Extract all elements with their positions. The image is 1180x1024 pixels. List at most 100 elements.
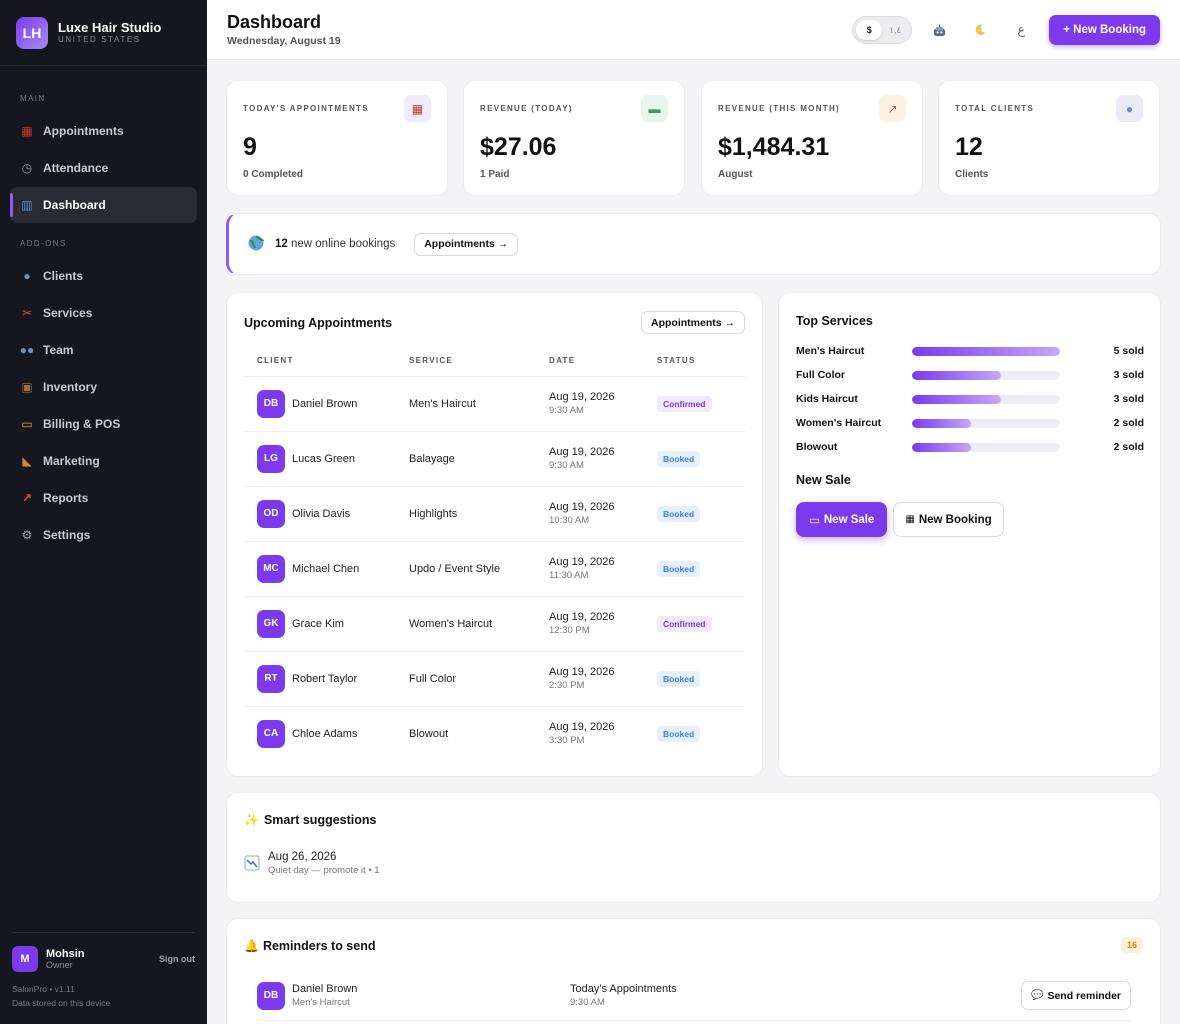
top-services-title: Top Services xyxy=(796,314,873,328)
reminder-avatar: DB xyxy=(257,981,285,1010)
client-avatar: MC xyxy=(257,554,285,583)
service-name: Highlights xyxy=(396,486,536,542)
appt-time: 9:30 AM xyxy=(549,460,584,471)
sidebar-item-label: Billing & POS xyxy=(43,417,121,431)
upcoming-appointments-button[interactable]: Appointments → xyxy=(641,311,745,334)
service-stat-fill xyxy=(912,394,1001,404)
stat-value: $1,484.31 xyxy=(718,133,830,161)
suggestions-title: Smart suggestions xyxy=(263,813,377,827)
stat-card: TOTAL CLIENTS ● 12 Clients xyxy=(938,80,1160,196)
client-avatar: CA xyxy=(257,719,285,748)
globe-icon xyxy=(247,234,265,255)
client-name: Chloe Adams xyxy=(292,727,358,740)
app-version: SalonPro • v1.11 xyxy=(12,984,75,994)
sign-out-button[interactable]: Sign out xyxy=(159,954,195,964)
upcoming-appointments-card: Upcoming Appointments Appointments → CLI… xyxy=(226,292,763,777)
new-sale-button[interactable]: ▭ New Sale xyxy=(796,502,888,537)
moon-icon[interactable] xyxy=(966,16,994,44)
currency-toggle[interactable]: $ ١,٤ xyxy=(852,16,913,44)
suggestion-date: Aug 26, 2026 xyxy=(268,851,337,863)
sidebar-item-label: Attendance xyxy=(43,161,109,175)
calendar-icon: ▦ xyxy=(905,514,915,525)
reminder-client: Daniel Brown xyxy=(292,983,358,995)
table-row[interactable]: GK Grace Kim Women's Haircut Aug 19, 2026 12… xyxy=(244,596,745,652)
service-stat-count: 5 sold xyxy=(1113,345,1144,357)
online-bookings-text: new online bookings xyxy=(291,238,396,250)
appt-time: 11:30 AM xyxy=(549,570,589,581)
stat-value: 9 xyxy=(243,133,257,161)
service-stat-name: Blowout xyxy=(796,441,838,453)
appointments-table: CLIENT SERVICE DATE STATUS DB Daniel Brow… xyxy=(244,346,745,761)
people-icon: ●● xyxy=(19,343,35,357)
brand-logo: LH xyxy=(16,16,48,49)
currency-arabic-option[interactable]: ١,٤ xyxy=(882,20,908,40)
appt-time: 10:30 AM xyxy=(549,515,590,526)
table-row[interactable]: OD Olivia Davis Highlights Aug 19, 2026 10:3… xyxy=(244,486,745,542)
money-icon: ▬ xyxy=(641,95,668,122)
service-stat-bar xyxy=(912,346,1060,356)
service-stat-fill xyxy=(912,370,1001,380)
sidebar-item-appointments[interactable]: ▦ Appointments xyxy=(10,113,197,149)
sidebar-item-services[interactable]: ✂ Services xyxy=(10,295,197,331)
client-name: Olivia Davis xyxy=(292,507,351,520)
stat-sub: Clients xyxy=(955,169,989,180)
sidebar: LH Luxe Hair Studio UNITED STATES MAIN ▦… xyxy=(0,0,207,1024)
table-row[interactable]: LG Lucas Green Balayage Aug 19, 2026 9:30 AM… xyxy=(244,431,745,487)
sidebar-item-clients[interactable]: ● Clients xyxy=(10,258,197,294)
chart-icon: ↗ xyxy=(21,491,33,505)
new-booking-secondary-button[interactable]: ▦ New Booking xyxy=(893,502,1004,537)
status-badge: Confirmed xyxy=(657,615,712,632)
language-icon[interactable]: ع xyxy=(1007,16,1035,44)
stat-card: REVENUE (THIS MONTH) ↗ $1,484.31 August xyxy=(701,80,923,196)
banner-appointments-button[interactable]: Appointments → xyxy=(414,232,519,256)
table-row[interactable]: MC Michael Chen Updo / Event Style Aug 19, … xyxy=(244,541,745,597)
status-badge: Booked xyxy=(657,670,701,687)
sidebar-item-marketing[interactable]: ◣ Marketing xyxy=(10,443,197,479)
brand-name: Luxe Hair Studio xyxy=(58,20,162,35)
table-row[interactable]: CA Chloe Adams Blowout Aug 19, 2026 3:30 PM B… xyxy=(244,706,745,761)
sidebar-item-label: Team xyxy=(43,343,74,357)
reminder-row: DB Daniel Brown Men's Haircut Today's Ap… xyxy=(257,981,1131,1021)
box-icon: ▣ xyxy=(21,380,33,394)
reminder-time: 9:30 AM xyxy=(570,997,605,1008)
service-stat-fill xyxy=(912,442,972,452)
suggestion-item[interactable]: Aug 26, 2026 Quiet day — promote it • 1 xyxy=(244,851,380,876)
sidebar-item-inventory[interactable]: ▣ Inventory xyxy=(10,369,197,405)
sparkles-icon: ✨ xyxy=(244,813,259,827)
stat-value: 12 xyxy=(955,133,983,161)
table-row[interactable]: DB Daniel Brown Men's Haircut Aug 19, 2026 9… xyxy=(244,376,745,432)
sidebar-item-dashboard[interactable]: ▥ Dashboard xyxy=(10,187,197,223)
send-reminder-button[interactable]: 💬 Send reminder xyxy=(1021,981,1131,1010)
service-name: Men's Haircut xyxy=(396,376,536,432)
currency-usd-option[interactable]: $ xyxy=(856,20,883,40)
service-stat-bar xyxy=(912,394,1060,404)
service-name: Full Color xyxy=(396,651,536,707)
status-badge: Booked xyxy=(657,560,701,577)
online-bookings-count: 12 xyxy=(275,238,288,250)
client-name: Daniel Brown xyxy=(292,397,358,410)
robot-icon[interactable] xyxy=(925,16,953,44)
appt-date: Aug 19, 2026 xyxy=(549,501,615,513)
credit-card-icon: ▭ xyxy=(21,417,33,431)
table-row[interactable]: RT Robert Taylor Full Color Aug 19, 2026 2:3… xyxy=(244,651,745,707)
stat-sub: August xyxy=(718,169,753,180)
sidebar-item-label: Settings xyxy=(43,528,91,542)
sidebar-item-reports[interactable]: ↗ Reports xyxy=(10,480,197,516)
sidebar-item-label: Dashboard xyxy=(43,198,106,212)
service-stat-name: Kids Haircut xyxy=(796,393,858,405)
status-badge: Booked xyxy=(657,450,701,467)
sidebar-item-settings[interactable]: ⚙ Settings xyxy=(10,517,197,553)
service-stat-row: Blowout 2 sold xyxy=(796,435,1144,459)
new-booking-button[interactable]: + New Booking xyxy=(1049,15,1160,45)
appt-date: Aug 19, 2026 xyxy=(549,556,615,568)
sidebar-item-billing-pos[interactable]: ▭ Billing & POS xyxy=(10,406,197,442)
client-name: Lucas Green xyxy=(292,452,355,465)
suggestion-note: Quiet day — promote it • 1 xyxy=(268,865,380,876)
col-service: SERVICE xyxy=(396,346,536,377)
person-icon: ● xyxy=(23,269,31,283)
brand[interactable]: LH Luxe Hair Studio UNITED STATES xyxy=(0,0,207,66)
sidebar-item-attendance[interactable]: ◷ Attendance xyxy=(10,150,197,186)
service-stat-fill xyxy=(912,346,1060,356)
sidebar-item-team[interactable]: ●● Team xyxy=(10,332,197,368)
col-status: STATUS xyxy=(644,346,745,377)
